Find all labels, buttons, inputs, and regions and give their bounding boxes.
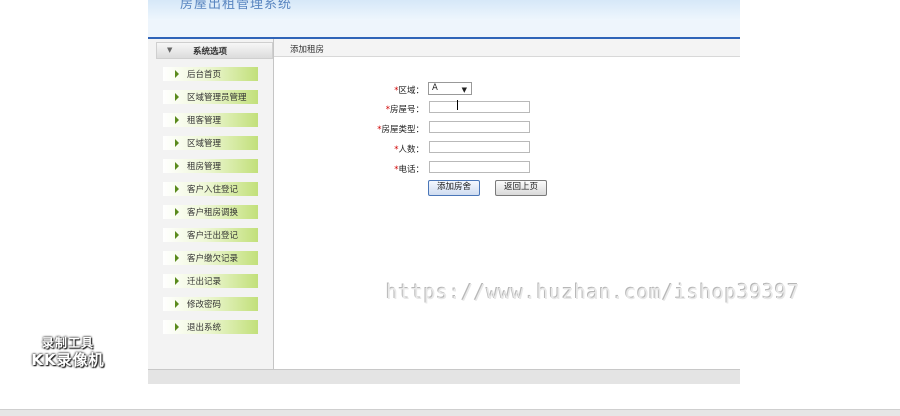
region-select-value: A	[432, 83, 438, 93]
sidebar-item-change-password[interactable]: 修改密码	[163, 297, 258, 311]
sidebar-item-home[interactable]: 后台首页	[163, 67, 258, 81]
text-cursor	[457, 100, 458, 110]
sidebar-item-label: 租房管理	[187, 162, 222, 172]
arrow-right-icon	[175, 300, 179, 308]
sidebar-item-label: 客户迁出登记	[187, 231, 239, 241]
window-footer	[148, 369, 740, 384]
phone-input[interactable]	[429, 161, 530, 173]
people-label: *人数：	[394, 145, 424, 155]
arrow-right-icon	[175, 323, 179, 331]
arrow-right-icon	[175, 70, 179, 78]
region-label-row: *区域：	[328, 83, 424, 96]
sidebar-item-label: 租客管理	[187, 116, 222, 126]
phone-label-row: *电话：	[328, 162, 424, 175]
sidebar: ▼ 系统选项 后台首页 区域管理员管理 租客管理 区域管理 租房管理 客户入住登…	[148, 39, 274, 369]
room-no-input[interactable]	[429, 101, 530, 113]
room-type-label: *房屋类型：	[377, 125, 424, 135]
sidebar-item-checkout[interactable]: 客户迁出登记	[163, 228, 258, 242]
arrow-right-icon	[175, 277, 179, 285]
sidebar-item-checkin[interactable]: 客户入住登记	[163, 182, 258, 196]
app-window: 房屋出租管理系统 ▼ 系统选项 后台首页 区域管理员管理 租客管理 区域管理 租…	[148, 0, 740, 383]
sidebar-item-room-swap[interactable]: 客户租房调换	[163, 205, 258, 219]
arrow-right-icon	[175, 185, 179, 193]
sidebar-item-arrears[interactable]: 客户缴欠记录	[163, 251, 258, 265]
app-title: 房屋出租管理系统	[180, 0, 293, 12]
sidebar-item-label: 后台首页	[187, 70, 222, 80]
arrow-right-icon	[175, 208, 179, 216]
sidebar-item-label: 区域管理	[187, 139, 222, 149]
header-band	[148, 20, 740, 37]
sidebar-item-label: 区域管理员管理	[187, 93, 247, 103]
arrow-right-icon	[175, 93, 179, 101]
phone-label: *电话：	[394, 165, 424, 175]
arrow-right-icon	[175, 162, 179, 170]
people-input[interactable]	[429, 141, 530, 153]
add-room-button[interactable]: 添加房舍	[428, 180, 480, 196]
back-button[interactable]: 返回上页	[495, 180, 547, 196]
sidebar-item-region-admins[interactable]: 区域管理员管理	[163, 90, 258, 104]
room-no-label: *房屋号：	[385, 105, 424, 115]
room-type-input[interactable]	[429, 121, 530, 133]
breadcrumb-label: 添加租房	[290, 45, 325, 55]
sidebar-item-label: 修改密码	[187, 300, 222, 310]
chevron-down-icon: ▼	[167, 46, 173, 54]
recorder-logo: 录制工具 KK录像机	[22, 334, 114, 370]
sidebar-item-rentals[interactable]: 租房管理	[163, 159, 258, 173]
arrow-right-icon	[175, 254, 179, 262]
sidebar-item-tenants[interactable]: 租客管理	[163, 113, 258, 127]
dropdown-arrow-icon: ▼	[461, 86, 467, 94]
recorder-line2: KK录像机	[31, 351, 105, 369]
room-no-label-row: *房屋号：	[328, 102, 424, 115]
sidebar-item-label: 客户入住登记	[187, 185, 239, 195]
room-type-label-row: *房屋类型：	[328, 122, 424, 135]
sidebar-header[interactable]: ▼ 系统选项	[156, 42, 273, 59]
people-label-row: *人数：	[328, 142, 424, 155]
sidebar-header-label: 系统选项	[193, 47, 228, 57]
sidebar-item-label: 客户租房调换	[187, 208, 239, 218]
app-header: 房屋出租管理系统	[148, 0, 740, 20]
region-label: *区域：	[394, 86, 424, 96]
region-select[interactable]: A ▼	[428, 82, 472, 95]
sidebar-item-moveout-records[interactable]: 迁出记录	[163, 274, 258, 288]
breadcrumb: 添加租房	[274, 39, 740, 57]
sidebar-item-label: 客户缴欠记录	[187, 254, 239, 264]
watermark-text: https://www.huzhan.com/ishop39397	[386, 280, 800, 304]
sidebar-item-logout[interactable]: 退出系统	[163, 320, 258, 334]
sidebar-item-label: 退出系统	[187, 323, 222, 333]
arrow-right-icon	[175, 231, 179, 239]
arrow-right-icon	[175, 116, 179, 124]
sidebar-item-regions[interactable]: 区域管理	[163, 136, 258, 150]
arrow-right-icon	[175, 139, 179, 147]
sidebar-item-label: 迁出记录	[187, 277, 222, 287]
